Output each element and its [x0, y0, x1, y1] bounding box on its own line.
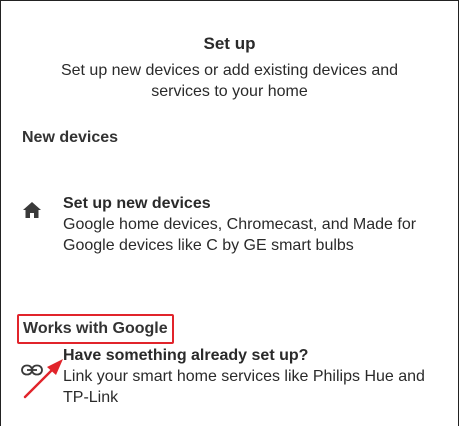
link-existing-services-description: Link your smart home services like Phili… — [63, 368, 425, 406]
link-existing-services-item[interactable]: Have something already set up? Link your… — [21, 346, 450, 408]
link-existing-services-title: Have something already set up? — [63, 347, 309, 364]
page-title: Set up — [203, 34, 256, 53]
set-up-new-devices-title: Set up new devices — [63, 195, 211, 212]
annotation-arrow — [23, 359, 63, 399]
section-title-works-with-google: Works with Google — [17, 314, 174, 344]
set-up-new-devices-item[interactable]: Set up new devices Google home devices, … — [21, 194, 450, 256]
set-up-new-devices-description: Google home devices, Chromecast, and Mad… — [63, 216, 417, 254]
home-icon — [21, 200, 43, 220]
header: Set up Set up new devices or add existin… — [1, 34, 458, 102]
link-existing-services-text: Have something already set up? Link your… — [63, 346, 450, 408]
section-title-new-devices: New devices — [22, 129, 119, 146]
page-subtitle: Set up new devices or add existing devic… — [60, 62, 399, 100]
set-up-new-devices-text: Set up new devices Google home devices, … — [63, 194, 450, 256]
setup-screen: Set up Set up new devices or add existin… — [0, 0, 459, 426]
